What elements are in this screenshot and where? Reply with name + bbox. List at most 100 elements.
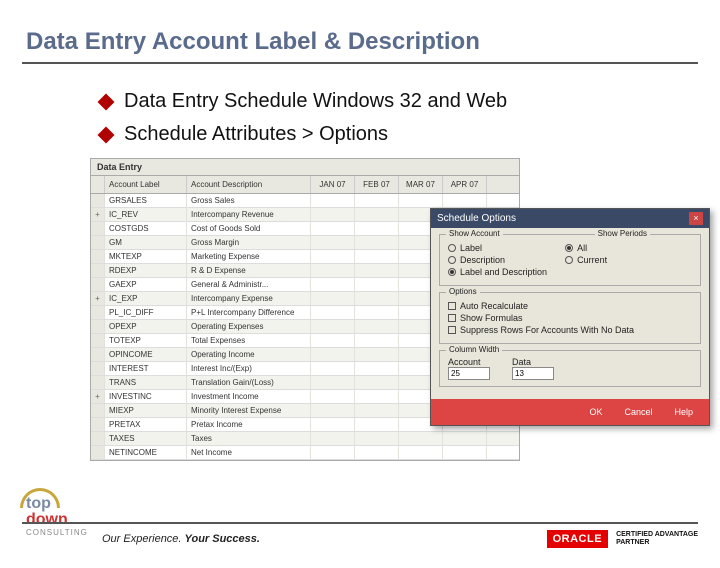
cell-month[interactable]: [355, 292, 399, 305]
expand-icon[interactable]: [91, 194, 105, 207]
slide-title: Data Entry Account Label & Description: [26, 28, 720, 56]
cell-month[interactable]: [311, 404, 355, 417]
cell-month[interactable]: [311, 334, 355, 347]
checkbox-option[interactable]: Show Formulas: [448, 313, 692, 323]
cell-month[interactable]: [399, 446, 443, 459]
expand-icon[interactable]: +: [91, 292, 105, 305]
expand-icon[interactable]: [91, 320, 105, 333]
help-button[interactable]: Help: [666, 405, 701, 419]
ok-button[interactable]: OK: [581, 405, 610, 419]
cell-month[interactable]: [311, 222, 355, 235]
cell-month[interactable]: [311, 390, 355, 403]
cell-month[interactable]: [355, 348, 399, 361]
radio-option[interactable]: Label and Description: [448, 267, 547, 277]
table-row[interactable]: GRSALESGross Sales: [91, 194, 519, 208]
cell-label: RDEXP: [105, 264, 187, 277]
cell-month[interactable]: [311, 362, 355, 375]
checkbox-option[interactable]: Auto Recalculate: [448, 301, 692, 311]
cell-month[interactable]: [311, 306, 355, 319]
cell-month[interactable]: [355, 236, 399, 249]
cell-month[interactable]: [311, 432, 355, 445]
cell-month[interactable]: [355, 362, 399, 375]
cell-month[interactable]: [311, 446, 355, 459]
cell-month[interactable]: [443, 446, 487, 459]
cell-month[interactable]: [311, 236, 355, 249]
cell-month[interactable]: [355, 264, 399, 277]
expand-icon[interactable]: [91, 362, 105, 375]
cell-month[interactable]: [355, 390, 399, 403]
cell-month[interactable]: [355, 446, 399, 459]
cell-month[interactable]: [443, 432, 487, 445]
cell-month[interactable]: [355, 278, 399, 291]
group-legend: Column Width: [446, 345, 502, 354]
cell-month[interactable]: [355, 376, 399, 389]
cell-month[interactable]: [355, 208, 399, 221]
expand-icon[interactable]: [91, 250, 105, 263]
expand-icon[interactable]: [91, 348, 105, 361]
footer-rule: [22, 522, 698, 524]
radio-label: Description: [460, 255, 505, 265]
cell-desc: Translation Gain/(Loss): [187, 376, 311, 389]
check-label: Auto Recalculate: [460, 301, 528, 311]
close-icon[interactable]: ×: [689, 212, 703, 225]
radio-option[interactable]: All: [565, 243, 607, 253]
cancel-button[interactable]: Cancel: [616, 405, 660, 419]
cell-month[interactable]: [311, 264, 355, 277]
cell-desc: Interest Inc/(Exp): [187, 362, 311, 375]
oracle-logo: ORACLE: [547, 530, 608, 548]
radio-option[interactable]: Label: [448, 243, 547, 253]
expand-icon[interactable]: [91, 376, 105, 389]
checkbox-option[interactable]: Suppress Rows For Accounts With No Data: [448, 325, 692, 335]
options-group: Options Auto Recalculate Show Formulas S…: [439, 292, 701, 344]
expand-icon[interactable]: [91, 222, 105, 235]
cell-month[interactable]: [311, 376, 355, 389]
cell-month[interactable]: [355, 320, 399, 333]
group-legend: Show Periods: [595, 229, 650, 238]
cell-month[interactable]: [399, 432, 443, 445]
cell-month[interactable]: [311, 348, 355, 361]
cell-desc: Operating Expenses: [187, 320, 311, 333]
cell-month[interactable]: [355, 404, 399, 417]
expand-icon[interactable]: [91, 306, 105, 319]
field-label: Account: [448, 357, 490, 367]
cell-desc: Taxes: [187, 432, 311, 445]
radio-option[interactable]: Current: [565, 255, 607, 265]
expand-icon[interactable]: [91, 264, 105, 277]
cell-month[interactable]: [355, 194, 399, 207]
cell-month[interactable]: [311, 250, 355, 263]
cell-month[interactable]: [399, 194, 443, 207]
data-width-input[interactable]: [512, 367, 554, 380]
cell-month[interactable]: [311, 194, 355, 207]
expand-icon[interactable]: [91, 278, 105, 291]
cell-month[interactable]: [355, 432, 399, 445]
dialog-buttons: OK Cancel Help: [431, 399, 709, 425]
cell-month[interactable]: [311, 418, 355, 431]
cell-month[interactable]: [311, 208, 355, 221]
cell-month[interactable]: [355, 334, 399, 347]
cell-month[interactable]: [355, 250, 399, 263]
cell-label: PL_IC_DIFF: [105, 306, 187, 319]
cell-month[interactable]: [443, 194, 487, 207]
cell-desc: Intercompany Expense: [187, 292, 311, 305]
cell-desc: R & D Expense: [187, 264, 311, 277]
expand-icon[interactable]: [91, 418, 105, 431]
expand-icon[interactable]: +: [91, 208, 105, 221]
radio-option[interactable]: Description: [448, 255, 547, 265]
expand-icon[interactable]: +: [91, 390, 105, 403]
cell-month[interactable]: [311, 278, 355, 291]
expand-icon[interactable]: [91, 236, 105, 249]
table-row[interactable]: TAXESTaxes: [91, 432, 519, 446]
cell-month[interactable]: [311, 292, 355, 305]
expand-icon[interactable]: [91, 432, 105, 445]
cell-month[interactable]: [355, 418, 399, 431]
expand-icon[interactable]: [91, 446, 105, 459]
table-row[interactable]: NETINCOMENet Income: [91, 446, 519, 460]
account-width-input[interactable]: [448, 367, 490, 380]
expand-icon[interactable]: [91, 404, 105, 417]
cell-month[interactable]: [355, 222, 399, 235]
schedule-options-dialog: Schedule Options × Show Account Label De…: [430, 208, 710, 426]
cell-month[interactable]: [355, 306, 399, 319]
cell-month[interactable]: [311, 320, 355, 333]
expand-icon[interactable]: [91, 334, 105, 347]
oracle-badge: ORACLE CERTIFIED ADVANTAGE PARTNER: [547, 530, 698, 548]
